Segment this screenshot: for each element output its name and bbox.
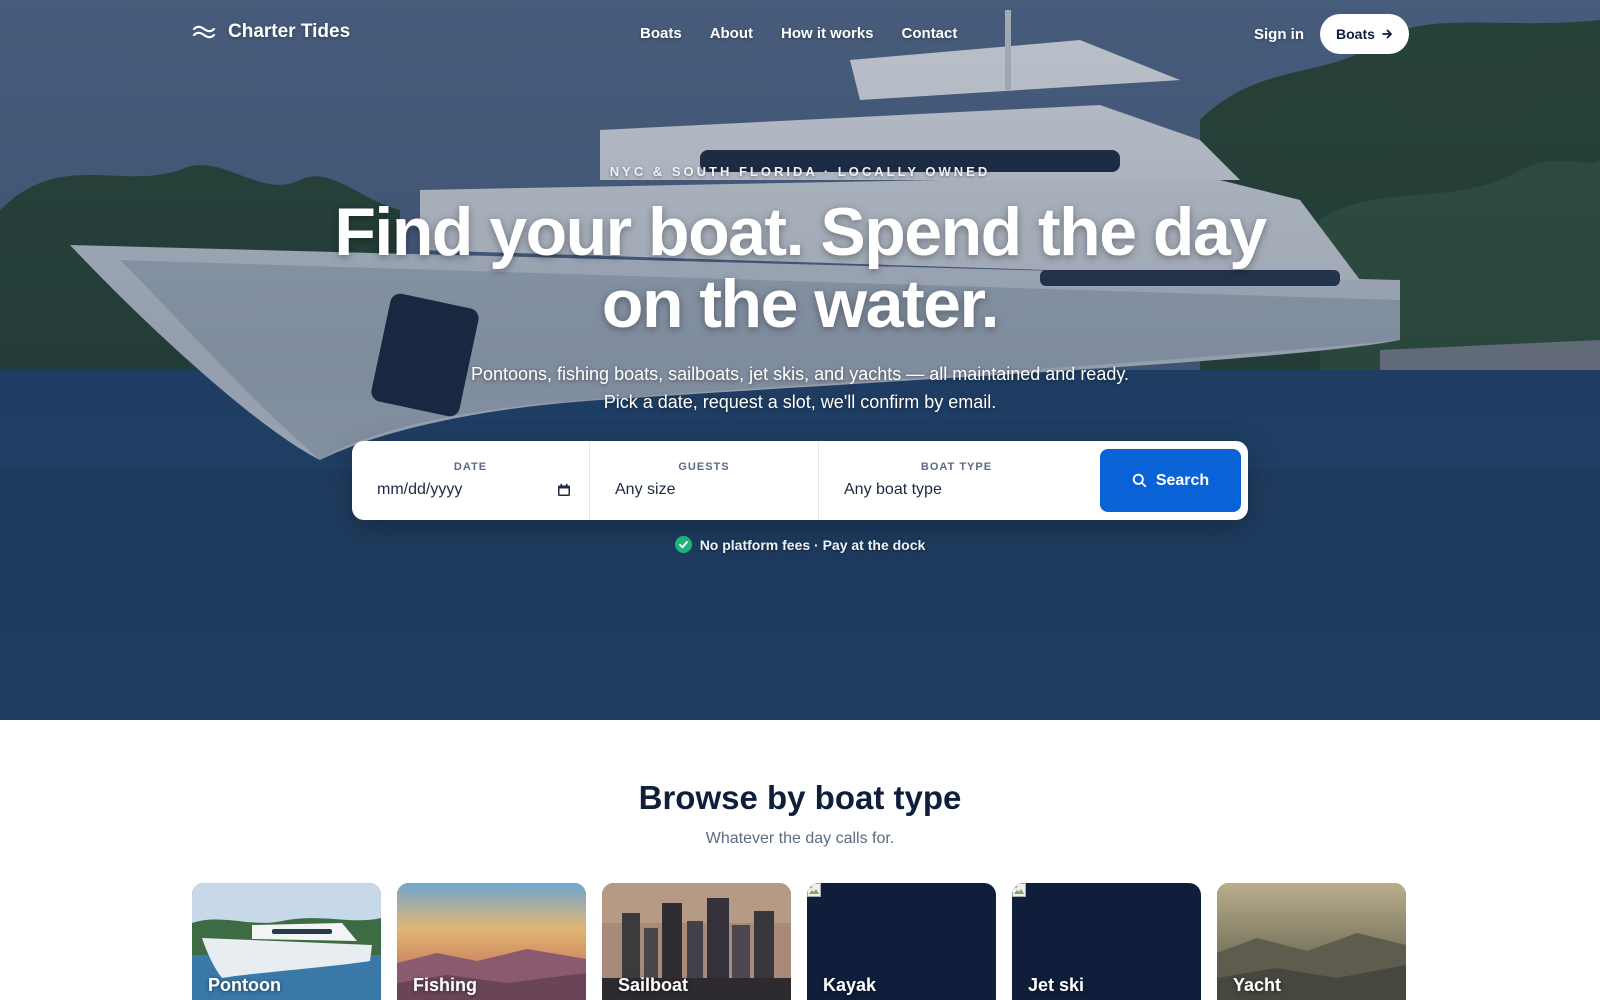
nav-link-about[interactable]: About: [710, 25, 753, 42]
search-icon: [1132, 473, 1147, 488]
check-circle-icon: [674, 536, 692, 553]
date-input[interactable]: mm/dd/yyyy: [377, 481, 462, 499]
boats-cta-label: Boats: [1336, 26, 1375, 42]
hero-subhead: Pontoons, fishing boats, sailboats, jet …: [300, 360, 1300, 416]
boat-type-card-kayak[interactable]: Kayak: [807, 883, 996, 1000]
nav-link-how-it-works[interactable]: How it works: [781, 25, 874, 42]
boat-type-card-jet-ski[interactable]: Jet ski: [1012, 883, 1201, 1000]
guests-field[interactable]: GUESTS Any size: [589, 441, 818, 520]
hero-subhead-line-1: Pontoons, fishing boats, sailboats, jet …: [470, 364, 1130, 384]
card-label-jet-ski: Jet ski: [1028, 975, 1085, 995]
nav-links: Boats About How it works Contact: [640, 25, 957, 42]
arrow-right-icon: [1382, 29, 1392, 39]
brand-logo[interactable]: Charter Tides: [192, 21, 350, 43]
nav-link-boats[interactable]: Boats: [640, 25, 682, 42]
broken-image-icon: [1012, 883, 1026, 897]
hero-headline: Find your boat. Spend the day on the wat…: [334, 194, 1267, 342]
browse-subtitle: Whatever the day calls for.: [705, 830, 895, 847]
guests-select[interactable]: Any size: [615, 481, 675, 499]
boat-type-card-pontoon[interactable]: Pontoon: [192, 883, 381, 1000]
boat-type-cards: Pontoon Fishing Sailboat Kayak Jet ski Y…: [192, 883, 1406, 1000]
nav-link-contact[interactable]: Contact: [902, 25, 958, 42]
waves-icon: [192, 25, 216, 39]
date-field[interactable]: DATE mm/dd/yyyy: [352, 441, 589, 520]
search-bar: DATE mm/dd/yyyy GUESTS Any size BOAT TYP…: [352, 441, 1248, 520]
hero-section: Charter Tides Boats About How it works C…: [0, 0, 1600, 720]
sign-in-link[interactable]: Sign in: [1254, 26, 1304, 43]
trust-badge: No platform fees · Pay at the dock: [0, 536, 1600, 553]
boat-type-label: BOAT TYPE: [920, 461, 993, 473]
top-nav: Charter Tides Boats About How it works C…: [0, 0, 1600, 70]
browse-title: Browse by boat type: [638, 779, 962, 816]
trust-text: No platform fees · Pay at the dock: [699, 536, 926, 553]
card-label-sailboat: Sailboat: [618, 975, 689, 995]
boat-type-card-sailboat[interactable]: Sailboat: [602, 883, 791, 1000]
calendar-icon[interactable]: [557, 483, 571, 497]
boat-type-card-yacht[interactable]: Yacht: [1217, 883, 1406, 1000]
boats-cta-button[interactable]: Boats: [1320, 14, 1409, 54]
guests-label: GUESTS: [678, 461, 730, 473]
card-label-pontoon: Pontoon: [208, 975, 281, 995]
boat-type-card-fishing[interactable]: Fishing: [397, 883, 586, 1000]
card-label-fishing: Fishing: [413, 975, 477, 995]
card-label-yacht: Yacht: [1233, 975, 1282, 995]
hero-eyebrow: NYC & SOUTH FLORIDA · LOCALLY OWNED: [609, 164, 991, 179]
search-button-label: Search: [1155, 471, 1210, 489]
boat-type-field[interactable]: BOAT TYPE Any boat type: [818, 441, 1094, 520]
search-button[interactable]: Search: [1100, 449, 1241, 512]
card-label-kayak: Kayak: [823, 975, 877, 995]
date-label: DATE: [453, 461, 488, 473]
boat-type-select[interactable]: Any boat type: [844, 481, 942, 499]
brand-name: Charter Tides: [228, 21, 351, 42]
hero-subhead-line-2: Pick a date, request a slot, we'll confi…: [603, 392, 997, 412]
broken-image-icon: [807, 883, 821, 897]
